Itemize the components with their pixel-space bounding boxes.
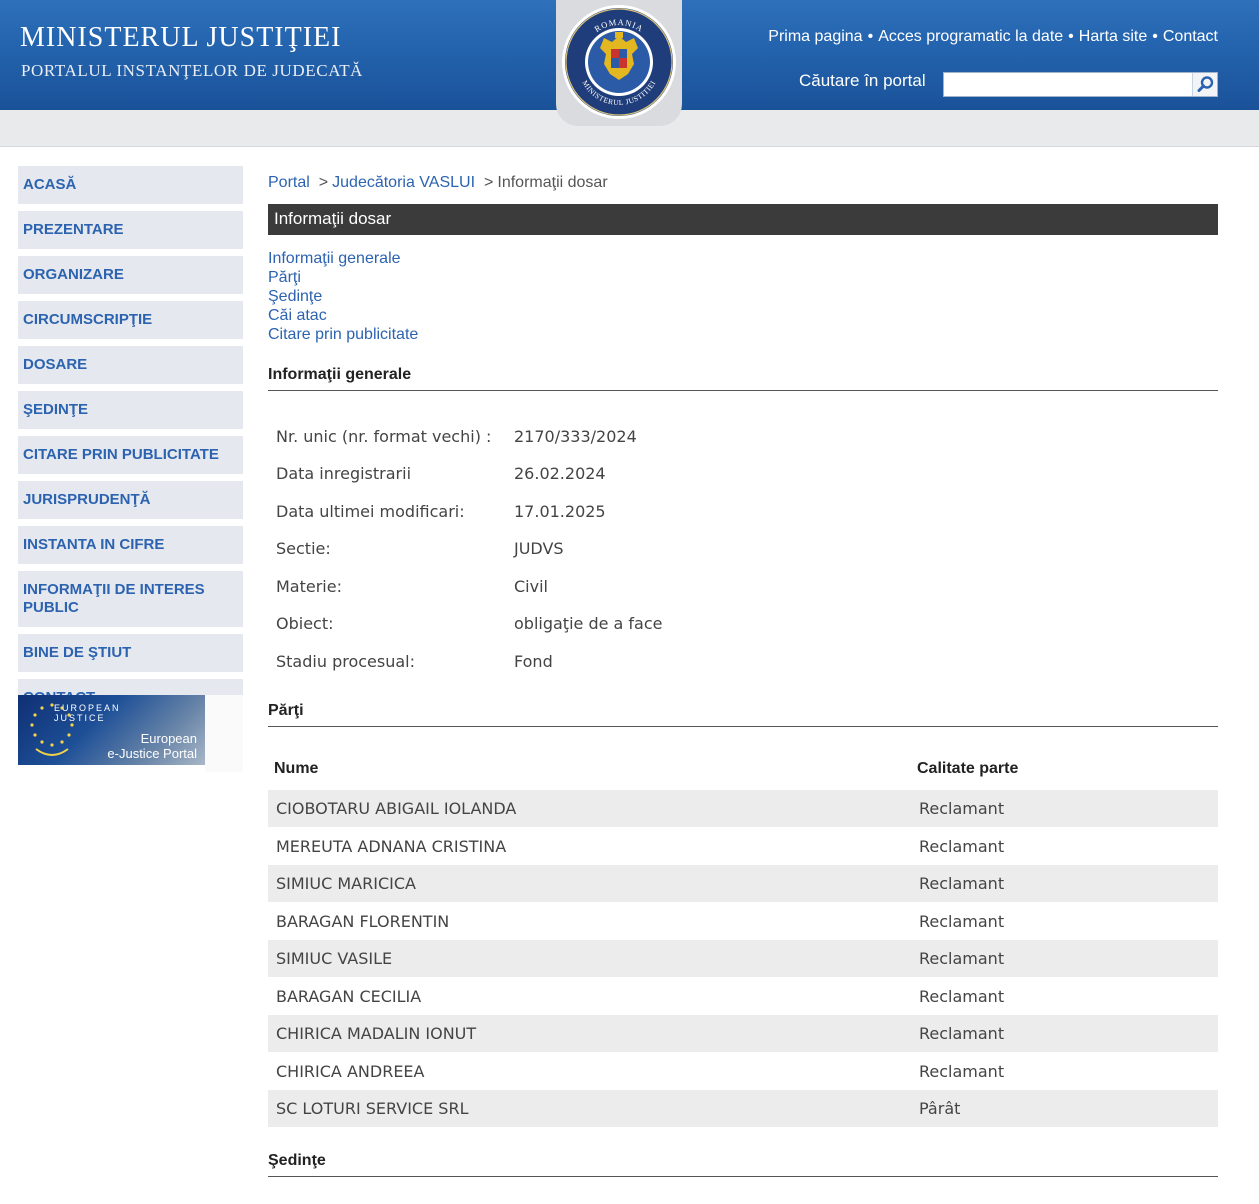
section-title-informatii-generale: Informaţii generale bbox=[268, 366, 1218, 391]
party-role: Reclamant bbox=[919, 1062, 1005, 1081]
party-role: Reclamant bbox=[919, 1024, 1005, 1043]
section-title-sedinte: Şedinţe bbox=[268, 1152, 1218, 1177]
nav-harta-site[interactable]: Harta site bbox=[1079, 28, 1147, 45]
ejustice-banner[interactable]: EUROPEAN JUSTICE European e-Justice Port… bbox=[18, 695, 205, 765]
party-role: Reclamant bbox=[919, 949, 1005, 968]
sidebar-item-citare[interactable]: CITARE PRIN PUBLICITATE bbox=[18, 436, 243, 474]
ejustice-banner-bottom: European e-Justice Portal bbox=[107, 731, 197, 761]
table-row: SIMIUC MARICICA Reclamant bbox=[268, 865, 1218, 902]
column-header-nume: Nume bbox=[274, 760, 319, 777]
table-row: CIOBOTARU ABIGAIL IOLANDA Reclamant bbox=[268, 790, 1218, 827]
info-label: Obiect: bbox=[276, 614, 334, 633]
party-name: SIMIUC MARICICA bbox=[276, 874, 416, 893]
info-value: Fond bbox=[514, 652, 553, 671]
breadcrumb-current: Informaţii dosar bbox=[497, 174, 608, 191]
party-name: MEREUTA ADNANA CRISTINA bbox=[276, 837, 507, 856]
ministry-emblem[interactable]: ROMANIA MINISTERUL JUSTITIEI bbox=[560, 2, 678, 122]
breadcrumb: Portal > Judecătoria VASLUI > Informaţii dos… bbox=[268, 174, 608, 191]
magnifier-icon bbox=[1197, 76, 1214, 92]
sidebar-item-prezentare[interactable]: PREZENTARE bbox=[18, 211, 243, 249]
party-role: Reclamant bbox=[919, 799, 1005, 818]
sidebar-item-sedinte[interactable]: ŞEDINŢE bbox=[18, 391, 243, 429]
site-subtitle[interactable]: PORTALUL INSTANŢELOR DE JUDECATĂ bbox=[21, 61, 363, 81]
party-name: CIOBOTARU ABIGAIL IOLANDA bbox=[276, 799, 517, 818]
party-role: Reclamant bbox=[919, 912, 1005, 931]
anchor-parti[interactable]: Părţi bbox=[268, 268, 418, 287]
site-title[interactable]: MINISTERUL JUSTIŢIEI bbox=[20, 22, 341, 54]
top-navigation: Prima pagina • Acces programatic la date • H… bbox=[768, 28, 1218, 45]
info-label: Sectie: bbox=[276, 539, 331, 558]
party-name: SC LOTURI SERVICE SRL bbox=[276, 1099, 469, 1118]
info-label: Materie: bbox=[276, 577, 342, 596]
info-value: 26.02.2024 bbox=[514, 464, 606, 483]
table-row: SC LOTURI SERVICE SRL Pârât bbox=[268, 1090, 1218, 1127]
info-label: Data ultimei modificari: bbox=[276, 502, 465, 521]
table-row: CHIRICA MADALIN IONUT Reclamant bbox=[268, 1015, 1218, 1052]
party-name: CHIRICA ANDREEA bbox=[276, 1062, 425, 1081]
table-row: BARAGAN CECILIA Reclamant bbox=[268, 978, 1218, 1015]
table-row: BARAGAN FLORENTIN Reclamant bbox=[268, 903, 1218, 940]
info-value: obligaţie de a face bbox=[514, 614, 663, 633]
party-role: Reclamant bbox=[919, 987, 1005, 1006]
party-name: CHIRICA MADALIN IONUT bbox=[276, 1024, 477, 1043]
sidebar-item-jurisprudenta[interactable]: JURISPRUDENŢĂ bbox=[18, 481, 243, 519]
sidebar-item-informatii-interes[interactable]: INFORMAŢII DE INTERES PUBLIC bbox=[18, 571, 243, 627]
page-title: Informaţii dosar bbox=[268, 204, 1218, 235]
table-row: SIMIUC VASILE Reclamant bbox=[268, 940, 1218, 977]
table-row: CHIRICA ANDREEA Reclamant bbox=[268, 1053, 1218, 1090]
search-button[interactable] bbox=[1192, 73, 1217, 96]
info-value: JUDVS bbox=[514, 539, 564, 558]
party-role: Pârât bbox=[919, 1099, 961, 1118]
search-label: Căutare în portal bbox=[799, 71, 926, 90]
table-row: MEREUTA ADNANA CRISTINA Reclamant bbox=[268, 828, 1218, 865]
section-anchors: Informaţii generale Părţi Şedinţe Căi at… bbox=[268, 249, 418, 344]
coat-of-arms-icon: ROMANIA MINISTERUL JUSTITIEI bbox=[562, 5, 676, 119]
anchor-citare[interactable]: Citare prin publicitate bbox=[268, 325, 418, 344]
party-role: Reclamant bbox=[919, 874, 1005, 893]
sidebar-item-dosare[interactable]: DOSARE bbox=[18, 346, 243, 384]
info-value: Civil bbox=[514, 577, 548, 596]
ejustice-banner-top: EUROPEAN JUSTICE bbox=[54, 703, 121, 723]
nav-prima-pagina[interactable]: Prima pagina bbox=[768, 28, 862, 45]
party-name: BARAGAN CECILIA bbox=[276, 987, 422, 1006]
breadcrumb-portal[interactable]: Portal bbox=[268, 174, 310, 191]
info-label: Data inregistrarii bbox=[276, 464, 412, 483]
info-label: Stadiu procesual: bbox=[276, 652, 415, 671]
sidebar-item-bine-de-stiut[interactable]: BINE DE ŞTIUT bbox=[18, 634, 243, 672]
section-title-parti: Părţi bbox=[268, 702, 1218, 727]
party-name: BARAGAN FLORENTIN bbox=[276, 912, 450, 931]
column-header-calitate: Calitate parte bbox=[917, 760, 1019, 777]
sidebar-item-instanta-cifre[interactable]: INSTANTA IN CIFRE bbox=[18, 526, 243, 564]
nav-acces-programatic[interactable]: Acces programatic la date bbox=[878, 28, 1063, 45]
search-box bbox=[943, 72, 1218, 97]
party-role: Reclamant bbox=[919, 837, 1005, 856]
party-name: SIMIUC VASILE bbox=[276, 949, 393, 968]
info-value: 2170/333/2024 bbox=[514, 427, 637, 446]
anchor-sedinte[interactable]: Şedinţe bbox=[268, 287, 418, 306]
info-label: Nr. unic (nr. format vechi) : bbox=[276, 427, 492, 446]
nav-contact[interactable]: Contact bbox=[1163, 28, 1218, 45]
breadcrumb-judecatoria[interactable]: Judecătoria VASLUI bbox=[332, 174, 475, 191]
search-input[interactable] bbox=[944, 73, 1192, 96]
sidebar-item-circumscriptie[interactable]: CIRCUMSCRIPŢIE bbox=[18, 301, 243, 339]
anchor-cai-atac[interactable]: Căi atac bbox=[268, 306, 418, 325]
banner-spacer bbox=[205, 695, 243, 772]
sidebar-item-organizare[interactable]: ORGANIZARE bbox=[18, 256, 243, 294]
anchor-informatii-generale[interactable]: Informaţii generale bbox=[268, 249, 418, 268]
sidebar-menu: ACASĂ PREZENTARE ORGANIZARE CIRCUMSCRIPŢ… bbox=[18, 166, 243, 724]
info-value: 17.01.2025 bbox=[514, 502, 606, 521]
sidebar-item-acasa[interactable]: ACASĂ bbox=[18, 166, 243, 204]
